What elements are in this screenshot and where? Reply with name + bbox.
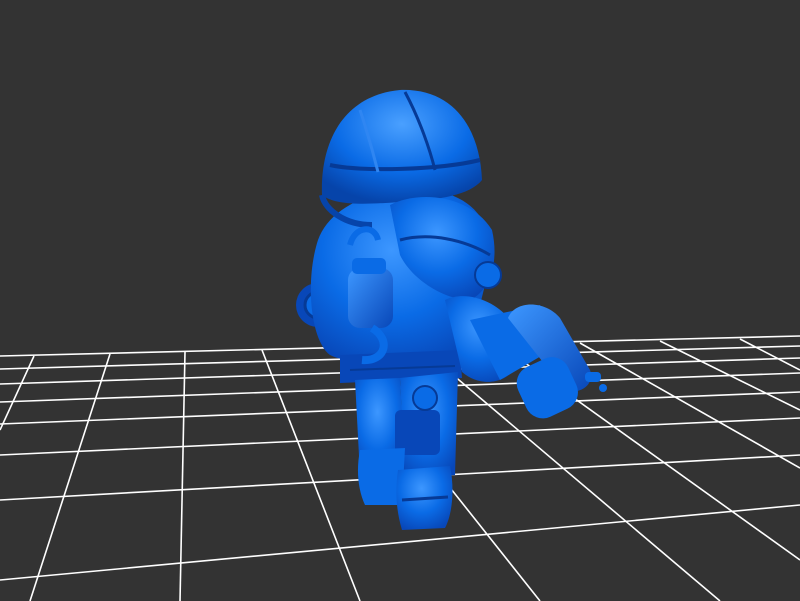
- air-tank: [348, 268, 393, 328]
- armored-diver-figure[interactable]: [296, 89, 607, 530]
- viewport-canvas[interactable]: [0, 0, 800, 601]
- 3d-viewport[interactable]: [0, 0, 800, 601]
